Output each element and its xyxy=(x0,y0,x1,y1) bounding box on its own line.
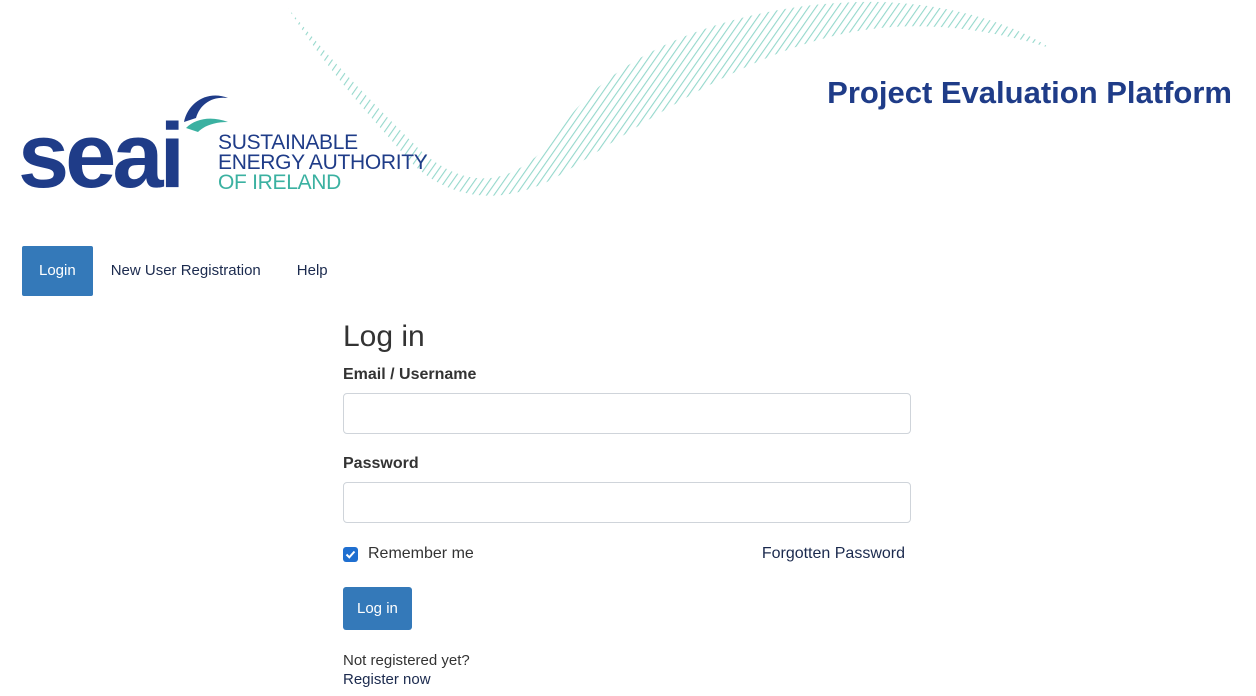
nav-item-help[interactable]: Help xyxy=(283,246,342,296)
page-header: seai SUSTAINABLE ENERGY AUTHORITY OF IRE… xyxy=(0,0,1256,215)
check-icon xyxy=(345,550,356,559)
nav-item-login[interactable]: Login xyxy=(22,246,93,296)
remember-me-checkbox[interactable] xyxy=(343,547,358,562)
remember-me-label: Remember me xyxy=(368,545,474,562)
register-now-link[interactable]: Register now xyxy=(343,670,911,689)
platform-title: Project Evaluation Platform xyxy=(827,75,1232,110)
remember-row: Remember me Forgotten Password xyxy=(343,545,911,565)
password-label: Password xyxy=(343,455,419,472)
email-field[interactable] xyxy=(343,393,911,434)
logo-text-line3: OF IRELAND xyxy=(218,171,342,194)
seai-logo: seai SUSTAINABLE ENERGY AUTHORITY OF IRE… xyxy=(18,92,438,202)
login-form: Log in Email / Username Password Remembe… xyxy=(343,318,911,689)
nav-item-new-user-registration[interactable]: New User Registration xyxy=(97,246,275,296)
login-title: Log in xyxy=(343,320,425,353)
logo-wave-icon xyxy=(184,95,228,132)
forgotten-password-link[interactable]: Forgotten Password xyxy=(762,545,905,563)
not-registered-text: Not registered yet? xyxy=(343,652,470,669)
password-field[interactable] xyxy=(343,482,911,523)
email-label: Email / Username xyxy=(343,366,477,383)
login-submit-button[interactable]: Log in xyxy=(343,587,412,630)
main-nav: Login New User Registration Help xyxy=(22,246,342,296)
logo-mark: seai xyxy=(18,105,185,207)
